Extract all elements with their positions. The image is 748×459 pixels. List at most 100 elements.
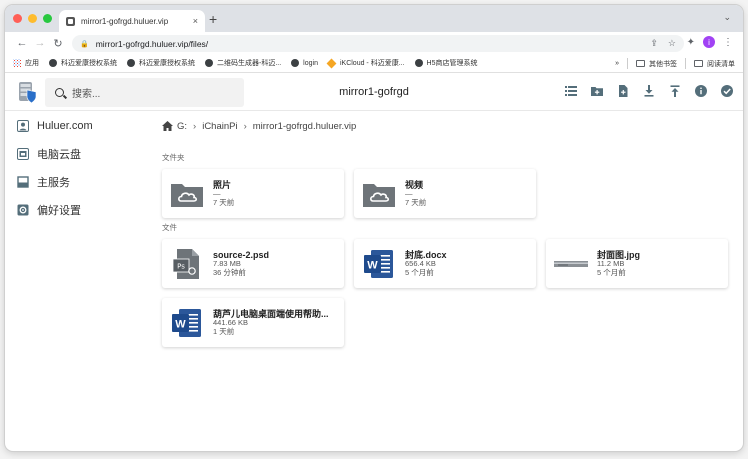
- file-card[interactable]: Ps source-2.psd 7.83 MB 36 分钟前: [162, 239, 344, 288]
- back-arrow-icon[interactable]: ←: [13, 37, 31, 49]
- word-file-icon: W: [172, 308, 201, 337]
- bookmark-item[interactable]: 二维码生成器-科迈...: [205, 58, 281, 68]
- sidebar-item-main-service[interactable]: 主服务: [5, 168, 155, 196]
- other-bookmarks-label: 其他书签: [649, 60, 677, 68]
- cloud-folder-icon: [363, 183, 395, 207]
- search-placeholder: 搜索...: [72, 89, 101, 100]
- maximize-window-button[interactable]: [43, 14, 52, 23]
- breadcrumb-item[interactable]: mirror1-gofrgd.huluer.vip: [253, 121, 357, 132]
- app-header: 搜索... mirror1-gofrgd: [5, 73, 743, 111]
- app-logo-icon[interactable]: [15, 80, 39, 104]
- bookmark-label: 二维码生成器-科迈...: [217, 60, 282, 67]
- sidebar-item-label: Huluer.com: [37, 120, 93, 132]
- folder-icon: [17, 148, 29, 160]
- folders-heading: 文件夹: [162, 153, 185, 162]
- bookmark-label: 应用: [25, 60, 39, 67]
- globe-icon: [414, 59, 423, 67]
- sidebar-item-huluer[interactable]: Huluer.com: [5, 112, 155, 140]
- folder-card[interactable]: 视频 — 7 天前: [354, 169, 536, 218]
- file-list: Ps source-2.psd 7.83 MB 36 分钟前 W 封底.docx…: [162, 239, 732, 347]
- reading-list[interactable]: 阅读清单: [694, 59, 735, 69]
- image-thumbnail-icon: [554, 260, 588, 267]
- header-actions: [565, 85, 733, 97]
- sidebar-item-label: 电脑云盘: [37, 149, 81, 161]
- folder-list: 照片 — 7 天前 视频 — 7 天前: [162, 169, 732, 218]
- file-modified: 36 分钟前: [213, 267, 246, 277]
- bookmark-item[interactable]: 科迈爱康授权系统: [127, 58, 195, 68]
- search-input[interactable]: 搜索...: [45, 78, 244, 107]
- bookmark-star-icon[interactable]: ☆: [668, 38, 676, 49]
- extensions-icon[interactable]: ✦: [687, 37, 695, 48]
- tab-search-icon[interactable]: ⌄: [723, 12, 731, 23]
- window-controls: [13, 14, 52, 23]
- svg-text:W: W: [175, 318, 186, 330]
- sidebar-item-label: 偏好设置: [37, 205, 81, 217]
- toolbar-right: ✦ i ⋮: [687, 36, 733, 48]
- file-browser: G: › iChainPi › mirror1-gofrgd.huluer.vi…: [162, 112, 732, 347]
- browser-tab[interactable]: mirror1-gofrgd.huluer.vip ×: [59, 10, 205, 32]
- site-favicon-icon: [66, 16, 75, 26]
- server-icon: [17, 176, 29, 188]
- file-modified: 1 天前: [213, 326, 235, 336]
- files-heading: 文件: [162, 223, 177, 232]
- download-icon[interactable]: [643, 85, 655, 97]
- bookmark-item[interactable]: login: [291, 59, 318, 67]
- apps-grid-icon: [13, 59, 21, 67]
- reading-list-label: 阅读清单: [707, 60, 735, 68]
- upload-icon[interactable]: [669, 85, 681, 97]
- sidebar-item-preferences[interactable]: 偏好设置: [5, 196, 155, 224]
- list-view-icon[interactable]: [565, 85, 577, 97]
- globe-icon: [127, 59, 135, 67]
- settings-icon: [17, 204, 29, 216]
- diamond-icon: [326, 58, 337, 68]
- chevron-right-icon: ›: [193, 120, 197, 132]
- globe-icon: [49, 59, 57, 67]
- bookmark-label: login: [303, 59, 318, 67]
- browser-window: mirror1-gofrgd.huluer.vip × + ⌄ ← → ↻ 🔒 …: [5, 5, 743, 451]
- home-icon[interactable]: [162, 121, 173, 131]
- bookmark-item[interactable]: iKCloud - 科迈爱康...: [326, 58, 405, 68]
- folder-card[interactable]: 照片 — 7 天前: [162, 169, 344, 218]
- new-file-icon[interactable]: [617, 85, 629, 97]
- file-modified: 5 个月前: [405, 267, 434, 277]
- other-bookmarks[interactable]: 其他书签: [636, 59, 677, 69]
- file-card[interactable]: W 葫芦儿电脑桌面端使用帮助... 441.66 KB 1 天前: [162, 298, 344, 347]
- folder-icon: [636, 60, 645, 67]
- info-icon[interactable]: [695, 85, 707, 97]
- folder-modified: 7 天前: [405, 197, 427, 207]
- file-card[interactable]: W 封底.docx 656.4 KB 5 个月前: [354, 239, 536, 288]
- address-bar[interactable]: 🔒 mirror1-gofrgd.huluer.vip/files/ ⇪ ☆: [72, 35, 684, 52]
- breadcrumb-item[interactable]: iChainPi: [202, 121, 237, 132]
- reload-icon[interactable]: ↻: [49, 37, 67, 50]
- menu-kebab-icon[interactable]: ⋮: [723, 37, 733, 48]
- file-modified: 5 个月前: [597, 267, 626, 277]
- sidebar-item-label: 主服务: [37, 177, 70, 189]
- bookmark-label: iKCloud - 科迈爱康...: [339, 60, 405, 67]
- tab-strip: mirror1-gofrgd.huluer.vip × + ⌄: [5, 5, 743, 32]
- sidebar-item-cloud-drive[interactable]: 电脑云盘: [5, 140, 155, 168]
- folder-modified: 7 天前: [213, 197, 235, 207]
- tab-close-icon[interactable]: ×: [193, 16, 198, 26]
- bookmark-item[interactable]: 科迈爱康授权系统: [49, 58, 117, 68]
- profile-avatar[interactable]: i: [703, 36, 715, 48]
- select-icon[interactable]: [721, 85, 733, 97]
- breadcrumb-item[interactable]: G:: [177, 121, 187, 132]
- lock-icon[interactable]: 🔒: [80, 40, 89, 48]
- bookmark-apps[interactable]: 应用: [13, 58, 39, 68]
- minimize-window-button[interactable]: [28, 14, 37, 23]
- bookmark-label: H5商店管理系统: [426, 60, 478, 67]
- new-tab-button[interactable]: +: [209, 11, 217, 27]
- navigation-bar: ← → ↻ 🔒 mirror1-gofrgd.huluer.vip/files/…: [5, 32, 743, 54]
- file-card[interactable]: 封面图.jpg 11.2 MB 5 个月前: [546, 239, 728, 288]
- bookmark-item[interactable]: H5商店管理系统: [414, 58, 478, 68]
- url-text: mirror1-gofrgd.huluer.vip/files/: [95, 38, 209, 49]
- share-icon[interactable]: ⇪: [650, 38, 658, 49]
- new-folder-icon[interactable]: [591, 85, 603, 97]
- bookmarks-overflow-button[interactable]: »: [615, 60, 619, 67]
- breadcrumb: G: › iChainPi › mirror1-gofrgd.huluer.vi…: [162, 112, 732, 140]
- bookmarks-right: » 其他书签 阅读清单: [615, 54, 735, 73]
- close-window-button[interactable]: [13, 14, 22, 23]
- forward-arrow-icon[interactable]: →: [31, 37, 49, 49]
- word-file-icon: W: [364, 249, 393, 278]
- cloud-folder-icon: [171, 183, 203, 207]
